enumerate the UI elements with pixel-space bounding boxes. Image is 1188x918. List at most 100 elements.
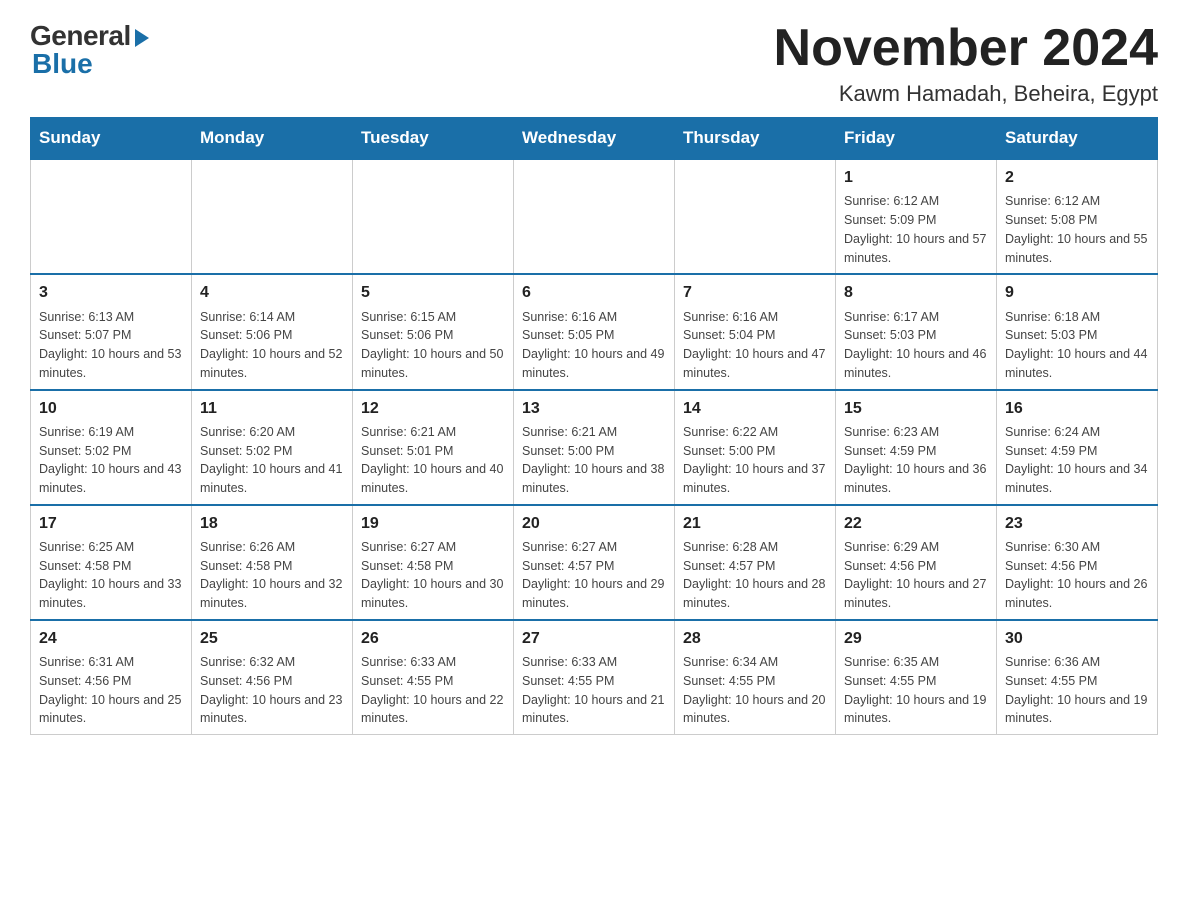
day-info: Sunrise: 6:12 AMSunset: 5:08 PMDaylight:… [1005,192,1149,267]
calendar-cell [353,159,514,274]
calendar-cell: 17Sunrise: 6:25 AMSunset: 4:58 PMDayligh… [31,505,192,620]
day-number: 28 [683,627,827,650]
calendar-cell: 13 Sunrise: 6:21 AMSunset: 5:00 PMDayligh… [514,390,675,505]
calendar-cell: 6Sunrise: 6:16 AMSunset: 5:05 PMDaylight… [514,274,675,389]
calendar-cell: 15 Sunrise: 6:23 AMSunset: 4:59 PMDayligh… [836,390,997,505]
day-info: Sunrise: 6:15 AMSunset: 5:06 PMDaylight:… [361,308,505,383]
calendar-cell: 25 Sunrise: 6:32 AMSunset: 4:56 PMDayligh… [192,620,353,735]
page-header: General Blue November 2024 Kawm Hamadah,… [30,20,1158,107]
calendar-cell: 24Sunrise: 6:31 AMSunset: 4:56 PMDayligh… [31,620,192,735]
day-number: 15 [844,397,988,420]
day-number: 29 [844,627,988,650]
day-number: 12 [361,397,505,420]
day-number: 30 [1005,627,1149,650]
day-number: 21 [683,512,827,535]
calendar-cell: 5 Sunrise: 6:15 AMSunset: 5:06 PMDaylight… [353,274,514,389]
calendar-cell: 20 Sunrise: 6:27 AMSunset: 4:57 PMDayligh… [514,505,675,620]
day-info: Sunrise: 6:25 AMSunset: 4:58 PMDaylight:… [39,538,183,613]
day-info: Sunrise: 6:29 AMSunset: 4:56 PMDaylight:… [844,538,988,613]
day-number: 25 [200,627,344,650]
weekday-header-saturday: Saturday [997,118,1158,160]
weekday-header-sunday: Sunday [31,118,192,160]
calendar-cell: 1Sunrise: 6:12 AMSunset: 5:09 PMDaylight… [836,159,997,274]
calendar-cell: 29 Sunrise: 6:35 AMSunset: 4:55 PMDayligh… [836,620,997,735]
day-info: Sunrise: 6:36 AMSunset: 4:55 PMDaylight:… [1005,653,1149,728]
logo-blue-text: Blue [32,48,93,80]
calendar-week-5: 24Sunrise: 6:31 AMSunset: 4:56 PMDayligh… [31,620,1158,735]
day-info: Sunrise: 6:22 AMSunset: 5:00 PMDaylight:… [683,423,827,498]
day-info: Sunrise: 6:16 AMSunset: 5:05 PMDaylight:… [522,308,666,383]
calendar-cell: 8 Sunrise: 6:17 AMSunset: 5:03 PMDaylight… [836,274,997,389]
day-number: 24 [39,627,183,650]
day-number: 13 [522,397,666,420]
day-info: Sunrise: 6:34 AMSunset: 4:55 PMDaylight:… [683,653,827,728]
day-info: Sunrise: 6:14 AMSunset: 5:06 PMDaylight:… [200,308,344,383]
day-info: Sunrise: 6:27 AMSunset: 4:58 PMDaylight:… [361,538,505,613]
calendar-cell: 16Sunrise: 6:24 AMSunset: 4:59 PMDayligh… [997,390,1158,505]
day-info: Sunrise: 6:32 AMSunset: 4:56 PMDaylight:… [200,653,344,728]
day-info: Sunrise: 6:20 AMSunset: 5:02 PMDaylight:… [200,423,344,498]
day-number: 11 [200,397,344,420]
day-number: 19 [361,512,505,535]
calendar-cell: 18Sunrise: 6:26 AMSunset: 4:58 PMDayligh… [192,505,353,620]
day-number: 2 [1005,166,1149,189]
day-info: Sunrise: 6:13 AMSunset: 5:07 PMDaylight:… [39,308,183,383]
day-info: Sunrise: 6:26 AMSunset: 4:58 PMDaylight:… [200,538,344,613]
calendar-week-1: 1Sunrise: 6:12 AMSunset: 5:09 PMDaylight… [31,159,1158,274]
day-number: 7 [683,281,827,304]
calendar-cell: 10 Sunrise: 6:19 AMSunset: 5:02 PMDayligh… [31,390,192,505]
day-number: 9 [1005,281,1149,304]
calendar-cell: 3 Sunrise: 6:13 AMSunset: 5:07 PMDaylight… [31,274,192,389]
logo: General Blue [30,20,149,80]
day-number: 26 [361,627,505,650]
calendar-cell: 21 Sunrise: 6:28 AMSunset: 4:57 PMDayligh… [675,505,836,620]
weekday-header-thursday: Thursday [675,118,836,160]
weekday-header-wednesday: Wednesday [514,118,675,160]
weekday-header-monday: Monday [192,118,353,160]
calendar-table: SundayMondayTuesdayWednesdayThursdayFrid… [30,117,1158,735]
calendar-cell [514,159,675,274]
day-info: Sunrise: 6:18 AMSunset: 5:03 PMDaylight:… [1005,308,1149,383]
calendar-cell: 14 Sunrise: 6:22 AMSunset: 5:00 PMDayligh… [675,390,836,505]
calendar-cell: 19 Sunrise: 6:27 AMSunset: 4:58 PMDayligh… [353,505,514,620]
calendar-cell [31,159,192,274]
calendar-week-3: 10 Sunrise: 6:19 AMSunset: 5:02 PMDayligh… [31,390,1158,505]
day-info: Sunrise: 6:30 AMSunset: 4:56 PMDaylight:… [1005,538,1149,613]
day-info: Sunrise: 6:17 AMSunset: 5:03 PMDaylight:… [844,308,988,383]
day-info: Sunrise: 6:28 AMSunset: 4:57 PMDaylight:… [683,538,827,613]
day-info: Sunrise: 6:19 AMSunset: 5:02 PMDaylight:… [39,423,183,498]
day-info: Sunrise: 6:33 AMSunset: 4:55 PMDaylight:… [361,653,505,728]
day-number: 10 [39,397,183,420]
day-info: Sunrise: 6:24 AMSunset: 4:59 PMDaylight:… [1005,423,1149,498]
day-info: Sunrise: 6:23 AMSunset: 4:59 PMDaylight:… [844,423,988,498]
day-info: Sunrise: 6:21 AMSunset: 5:00 PMDaylight:… [522,423,666,498]
calendar-cell [192,159,353,274]
calendar-cell: 12 Sunrise: 6:21 AMSunset: 5:01 PMDayligh… [353,390,514,505]
calendar-cell: 2 Sunrise: 6:12 AMSunset: 5:08 PMDaylight… [997,159,1158,274]
calendar-cell [675,159,836,274]
day-number: 20 [522,512,666,535]
day-number: 4 [200,281,344,304]
day-info: Sunrise: 6:33 AMSunset: 4:55 PMDaylight:… [522,653,666,728]
calendar-cell: 30 Sunrise: 6:36 AMSunset: 4:55 PMDayligh… [997,620,1158,735]
day-info: Sunrise: 6:16 AMSunset: 5:04 PMDaylight:… [683,308,827,383]
day-number: 8 [844,281,988,304]
calendar-cell: 23 Sunrise: 6:30 AMSunset: 4:56 PMDayligh… [997,505,1158,620]
day-number: 23 [1005,512,1149,535]
day-number: 14 [683,397,827,420]
calendar-cell: 11 Sunrise: 6:20 AMSunset: 5:02 PMDayligh… [192,390,353,505]
day-info: Sunrise: 6:21 AMSunset: 5:01 PMDaylight:… [361,423,505,498]
calendar-cell: 7 Sunrise: 6:16 AMSunset: 5:04 PMDaylight… [675,274,836,389]
weekday-header-friday: Friday [836,118,997,160]
day-number: 5 [361,281,505,304]
calendar-week-4: 17Sunrise: 6:25 AMSunset: 4:58 PMDayligh… [31,505,1158,620]
location-title: Kawm Hamadah, Beheira, Egypt [774,81,1158,107]
weekday-header-tuesday: Tuesday [353,118,514,160]
calendar-cell: 27Sunrise: 6:33 AMSunset: 4:55 PMDayligh… [514,620,675,735]
day-info: Sunrise: 6:35 AMSunset: 4:55 PMDaylight:… [844,653,988,728]
weekday-header-row: SundayMondayTuesdayWednesdayThursdayFrid… [31,118,1158,160]
day-info: Sunrise: 6:27 AMSunset: 4:57 PMDaylight:… [522,538,666,613]
day-info: Sunrise: 6:12 AMSunset: 5:09 PMDaylight:… [844,192,988,267]
calendar-cell: 4 Sunrise: 6:14 AMSunset: 5:06 PMDaylight… [192,274,353,389]
day-number: 3 [39,281,183,304]
